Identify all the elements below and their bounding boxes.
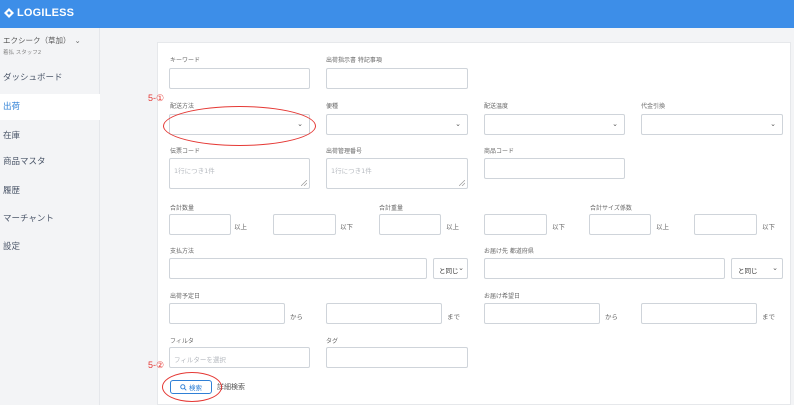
chevron-down-icon: ⌄	[458, 264, 464, 272]
slip-code-textarea[interactable]: 1行につき1件	[169, 158, 310, 189]
chevron-down-icon: ⌄	[770, 120, 776, 128]
total-weight-min-input[interactable]	[379, 214, 441, 235]
sidebar-item-inventory[interactable]: 在庫	[0, 123, 100, 149]
sidebar: エクシーク（草加） ⌄ 着払 スタッフ2 ダッシュボード 出荷 在庫 商品マスタ …	[0, 28, 100, 405]
sidebar-item-history[interactable]: 履歴	[0, 178, 100, 204]
sidebar-item-products[interactable]: 商品マスタ	[0, 149, 100, 175]
ship-date-from-suffix: から	[290, 313, 303, 321]
annotation-step1-ellipse	[163, 106, 316, 146]
ship-date-label: 出荷予定日	[170, 293, 201, 300]
delivery-date-to-input[interactable]	[641, 303, 757, 324]
filter-placeholder: フィルターを選択	[174, 356, 226, 364]
payment-method-input[interactable]	[169, 258, 427, 279]
annotation-step2-label: 5-②	[148, 360, 165, 370]
logo[interactable]: LOGILESS	[4, 7, 74, 19]
total-size-label: 合計サイズ係数	[590, 205, 632, 212]
delivery-date-label: お届け希望日	[484, 293, 521, 300]
annotation-step2-ellipse	[162, 372, 222, 402]
annotation-step1-label: 5-①	[148, 93, 165, 103]
ship-date-to-suffix: まで	[447, 313, 460, 321]
ship-date-from-input[interactable]	[169, 303, 285, 324]
product-code-label: 商品コード	[484, 148, 515, 155]
delivery-match-select[interactable]: と同じ ⌄	[731, 258, 783, 279]
payment-match-select[interactable]: と同じ ⌄	[433, 258, 468, 279]
delivery-address-input[interactable]	[484, 258, 725, 279]
mgmt-number-textarea[interactable]: 1行につき1件	[326, 158, 468, 189]
mgmt-number-placeholder: 1行につき1件	[331, 167, 372, 175]
tag-label: タグ	[326, 338, 339, 345]
ship-date-to-input[interactable]	[326, 303, 442, 324]
resize-handle-icon[interactable]	[301, 180, 307, 186]
total-size-max-suffix: 以下	[762, 223, 775, 231]
org-name: エクシーク（草加）	[3, 36, 71, 45]
cod-label: 代金引換	[641, 103, 666, 110]
carrier-type-select[interactable]: ⌄	[326, 114, 468, 135]
delivery-date-to-suffix: まで	[762, 313, 775, 321]
shipping-speed-select[interactable]: ⌄	[484, 114, 625, 135]
shipping-instruction-label: 出荷指示書 特記事項	[326, 57, 382, 64]
total-qty-min-input[interactable]	[169, 214, 231, 235]
slip-code-label: 伝票コード	[170, 148, 201, 155]
total-qty-max-input[interactable]	[273, 214, 336, 235]
total-weight-max-suffix: 以下	[552, 223, 565, 231]
sidebar-item-shipping[interactable]: 出荷	[0, 94, 100, 120]
shipping-speed-label: 配送温度	[484, 103, 509, 110]
org-switcher[interactable]: エクシーク（草加） ⌄ 着払 スタッフ2	[3, 35, 81, 56]
total-qty-min-suffix: 以上	[234, 223, 247, 231]
payment-match-value: と同じ	[439, 267, 459, 275]
total-size-min-suffix: 以上	[656, 223, 669, 231]
cod-select[interactable]: ⌄	[641, 114, 783, 135]
total-weight-label: 合計重量	[379, 205, 404, 212]
slip-code-placeholder: 1行につき1件	[174, 167, 215, 175]
logiless-logo-icon	[4, 8, 14, 18]
total-weight-max-input[interactable]	[484, 214, 547, 235]
mgmt-number-label: 出荷管理番号	[326, 148, 363, 155]
chevron-down-icon: ⌄	[74, 36, 81, 45]
top-bar: LOGILESS	[0, 0, 794, 28]
chevron-down-icon: ⌄	[455, 120, 461, 128]
logo-text: LOGILESS	[17, 7, 75, 19]
chevron-down-icon: ⌄	[772, 264, 778, 272]
sidebar-item-dashboard[interactable]: ダッシュボード	[0, 65, 100, 91]
product-code-input[interactable]	[484, 158, 625, 179]
org-sub: 着払 スタッフ2	[3, 50, 42, 56]
sidebar-item-settings[interactable]: 設定	[0, 234, 100, 260]
delivery-date-from-suffix: から	[605, 313, 618, 321]
carrier-type-label: 便種	[326, 103, 339, 110]
tag-input[interactable]	[326, 347, 468, 368]
keyword-label: キーワード	[170, 57, 201, 64]
total-weight-min-suffix: 以上	[446, 223, 459, 231]
total-qty-label: 合計数量	[170, 205, 195, 212]
total-qty-max-suffix: 以下	[340, 223, 353, 231]
shipping-instruction-input[interactable]	[326, 68, 468, 89]
keyword-input[interactable]	[169, 68, 310, 89]
resize-handle-icon[interactable]	[459, 180, 465, 186]
sidebar-item-merchant[interactable]: マーチャント	[0, 206, 100, 232]
payment-method-label: 支払方法	[170, 248, 195, 255]
filter-label: フィルタ	[170, 338, 194, 345]
delivery-address-label: お届け先 都道府県	[484, 248, 534, 255]
delivery-match-value: と同じ	[738, 267, 758, 275]
delivery-method-label: 配送方法	[170, 103, 195, 110]
total-size-min-input[interactable]	[589, 214, 651, 235]
total-size-max-input[interactable]	[694, 214, 757, 235]
chevron-down-icon: ⌄	[612, 120, 618, 128]
filter-select[interactable]: フィルターを選択	[169, 347, 310, 368]
delivery-date-from-input[interactable]	[484, 303, 600, 324]
